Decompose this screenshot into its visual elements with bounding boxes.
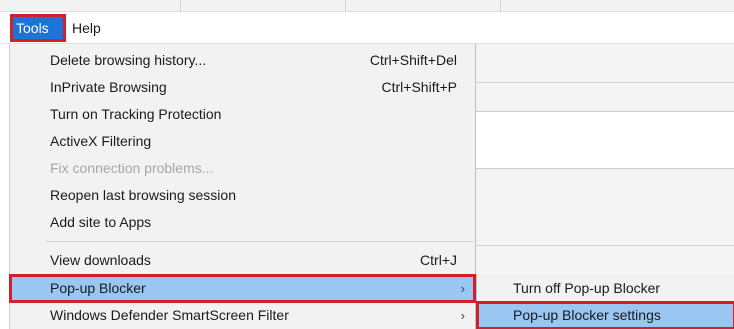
menu-item-view-downloads[interactable]: View downloads Ctrl+J — [10, 247, 475, 274]
menu-item-inprivate-browsing[interactable]: InPrivate Browsing Ctrl+Shift+P — [10, 74, 475, 101]
menu-bar: Tools Help — [0, 12, 734, 44]
menu-item-label: InPrivate Browsing — [50, 79, 167, 95]
chevron-right-icon: › — [460, 308, 465, 323]
menu-item-label: Reopen last browsing session — [50, 187, 236, 203]
menu-item-label: Delete browsing history... — [50, 52, 207, 68]
menu-item-tracking-protection[interactable]: Turn on Tracking Protection — [10, 101, 475, 128]
browser-top-strip — [0, 0, 734, 12]
background-panel — [476, 111, 734, 169]
menu-item-add-site-to-apps[interactable]: Add site to Apps — [10, 209, 475, 236]
menu-item-label: ActiveX Filtering — [50, 133, 152, 149]
strip-divider — [180, 0, 181, 11]
menu-item-label: Fix connection problems... — [50, 160, 214, 176]
popup-blocker-submenu: Turn off Pop-up Blocker Pop-up Blocker s… — [476, 274, 734, 329]
menu-item-fix-connection-problems: Fix connection problems... — [10, 155, 475, 182]
menu-item-label: View downloads — [50, 252, 151, 268]
menu-item-shortcut: Ctrl+Shift+P — [381, 79, 457, 95]
submenu-item-turn-off-popup-blocker[interactable]: Turn off Pop-up Blocker — [477, 275, 734, 302]
strip-divider — [500, 0, 501, 11]
tools-dropdown-menu: Delete browsing history... Ctrl+Shift+De… — [9, 44, 476, 329]
submenu-item-label: Pop-up Blocker settings — [513, 307, 661, 323]
background-divider — [475, 245, 734, 246]
menu-item-label: Windows Defender SmartScreen Filter — [50, 307, 289, 323]
menu-item-reopen-last-session[interactable]: Reopen last browsing session — [10, 182, 475, 209]
menu-item-popup-blocker[interactable]: Pop-up Blocker › — [9, 274, 476, 303]
menu-item-label: Add site to Apps — [50, 214, 152, 230]
background-divider — [475, 82, 734, 83]
submenu-item-label: Turn off Pop-up Blocker — [513, 280, 661, 296]
menu-item-smartscreen-filter[interactable]: Windows Defender SmartScreen Filter › — [10, 302, 475, 329]
chevron-right-icon: › — [460, 281, 465, 296]
menu-item-label: Pop-up Blocker — [50, 280, 146, 296]
menu-item-delete-browsing-history[interactable]: Delete browsing history... Ctrl+Shift+De… — [10, 47, 475, 74]
strip-divider — [345, 0, 346, 11]
menu-item-shortcut: Ctrl+J — [420, 252, 457, 268]
menu-help[interactable]: Help — [68, 16, 105, 40]
menu-tools[interactable]: Tools — [10, 14, 66, 42]
menu-separator — [46, 241, 473, 242]
menu-item-activex-filtering[interactable]: ActiveX Filtering — [10, 128, 475, 155]
submenu-item-popup-blocker-settings[interactable]: Pop-up Blocker settings — [476, 301, 734, 329]
menu-item-label: Turn on Tracking Protection — [50, 106, 222, 122]
menu-item-shortcut: Ctrl+Shift+Del — [369, 52, 457, 68]
